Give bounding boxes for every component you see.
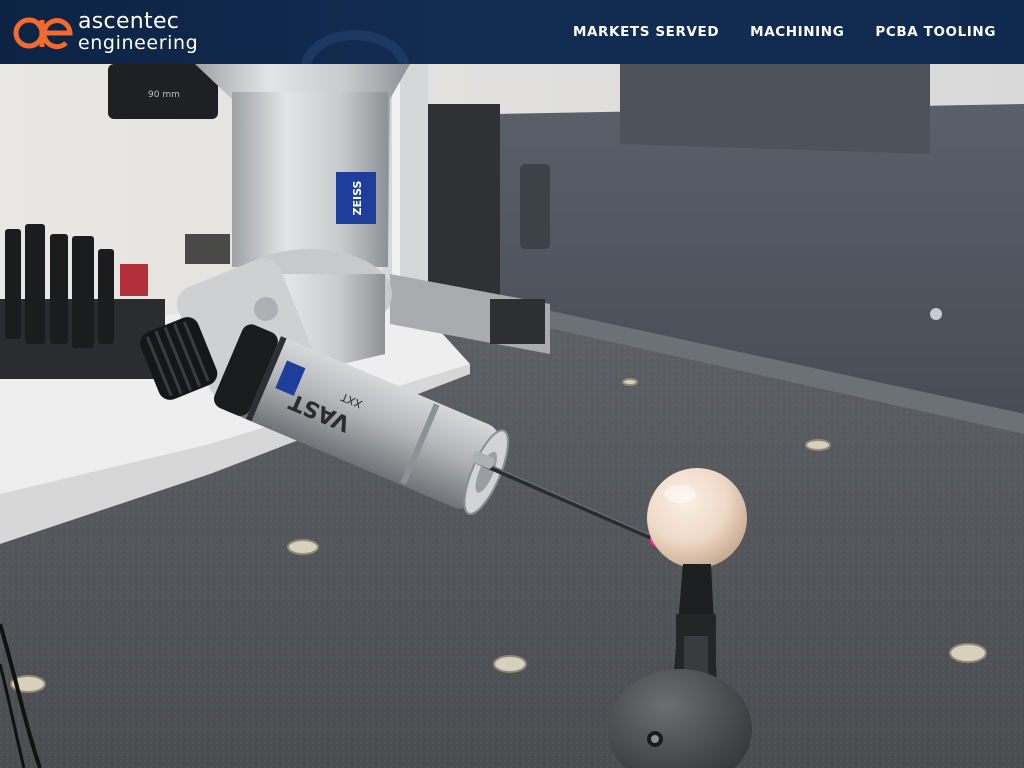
cmm-probe-photo: 90 mm ZEISS VAST XXT (0, 64, 1024, 768)
nav-machining[interactable]: MACHINING (750, 24, 844, 40)
main-nav: MARKETS SERVED MACHINING PCBA TOOLING (542, 0, 996, 64)
page: ascentec engineering MARKETS SERVED MACH… (0, 0, 1024, 768)
nav-pcba-tooling[interactable]: PCBA TOOLING (875, 24, 996, 40)
ae-logo-icon (13, 17, 73, 50)
site-header: ascentec engineering MARKETS SERVED MACH… (0, 0, 1024, 64)
nav-markets-served[interactable]: MARKETS SERVED (573, 24, 719, 40)
logo-text: ascentec engineering (78, 11, 198, 53)
header-watermark (300, 30, 410, 64)
logo-subname: engineering (78, 32, 199, 54)
logo-name: ascentec (78, 9, 180, 34)
lens-marking-text: 90 mm (148, 90, 180, 100)
zeiss-logo-text: ZEISS (351, 180, 364, 215)
hero-image: 90 mm ZEISS VAST XXT (0, 64, 1024, 768)
home-logo-link[interactable]: ascentec engineering (12, 8, 198, 56)
